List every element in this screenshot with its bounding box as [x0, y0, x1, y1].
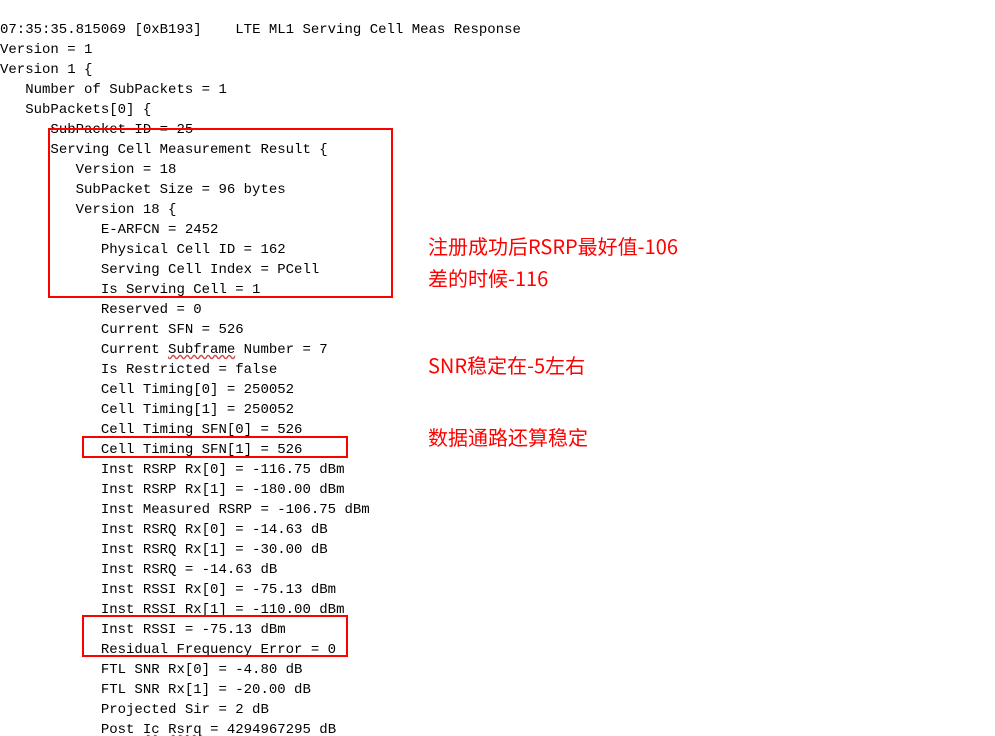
annotation-line: 注册成功后RSRP最好值-106 [428, 230, 678, 262]
log-line: Version 1 { [0, 62, 92, 78]
log-line: Projected Sir = 2 dB [0, 702, 269, 718]
log-line: Is Restricted = false [0, 362, 277, 378]
log-line: Current SFN = 526 [0, 322, 244, 338]
annotation-line: 差的时候-116 [428, 262, 678, 294]
log-line: Residual Frequency Error = 0 [0, 642, 336, 658]
log-line: E-ARFCN = 2452 [0, 222, 218, 238]
log-header-line: 07:35:35.815069 [0xB193] LTE ML1 Serving… [0, 22, 521, 38]
annotation-data-path: 数据通路还算稳定 [428, 421, 588, 453]
log-line: Current Subframe Number = 7 [0, 342, 328, 358]
log-line: Is Serving Cell = 1 [0, 282, 260, 298]
log-line: Post Ic Rsrq = 4294967295 dB [0, 722, 336, 736]
annotation-line: 数据通路还算稳定 [428, 422, 588, 451]
log-line: Version 18 { [0, 202, 176, 218]
log-line: Inst RSRP Rx[0] = -116.75 dBm [0, 462, 344, 478]
log-line: SubPacket ID = 25 [0, 122, 193, 138]
log-line: SubPacket Size = 96 bytes [0, 182, 286, 198]
log-code: [0xB193] [134, 22, 201, 38]
log-line: Cell Timing[1] = 250052 [0, 402, 294, 418]
log-title: LTE ML1 Serving Cell Meas Response [235, 22, 521, 38]
log-line: FTL SNR Rx[0] = -4.80 dB [0, 662, 302, 678]
log-timestamp: 07:35:35.815069 [0, 22, 126, 38]
annotation-snr: SNR稳定在-5左右 [428, 349, 585, 381]
log-line: Serving Cell Index = PCell [0, 262, 319, 278]
log-line: Cell Timing SFN[1] = 526 [0, 442, 302, 458]
annotation-rsrp: 注册成功后RSRP最好值-106 差的时候-116 [428, 230, 678, 294]
log-line: Cell Timing[0] = 250052 [0, 382, 294, 398]
log-line: Inst RSSI = -75.13 dBm [0, 622, 286, 638]
log-line: Reserved = 0 [0, 302, 202, 318]
log-line: Inst RSRQ Rx[0] = -14.63 dB [0, 522, 328, 538]
log-line: Serving Cell Measurement Result { [0, 142, 328, 158]
log-line: Inst Measured RSRP = -106.75 dBm [0, 502, 370, 518]
log-line: Cell Timing SFN[0] = 526 [0, 422, 302, 438]
annotation-line: SNR稳定在-5左右 [428, 350, 585, 379]
log-line: Physical Cell ID = 162 [0, 242, 286, 258]
log-line: Version = 18 [0, 162, 176, 178]
log-line: Inst RSSI Rx[1] = -110.00 dBm [0, 602, 344, 618]
log-line: Inst RSRQ Rx[1] = -30.00 dB [0, 542, 328, 558]
log-line: SubPackets[0] { [0, 102, 151, 118]
log-line: Inst RSRP Rx[1] = -180.00 dBm [0, 482, 344, 498]
log-line: FTL SNR Rx[1] = -20.00 dB [0, 682, 311, 698]
log-line: Number of SubPackets = 1 [0, 82, 227, 98]
log-line: Inst RSSI Rx[0] = -75.13 dBm [0, 582, 336, 598]
log-line: Inst RSRQ = -14.63 dB [0, 562, 277, 578]
log-line: Version = 1 [0, 42, 92, 58]
